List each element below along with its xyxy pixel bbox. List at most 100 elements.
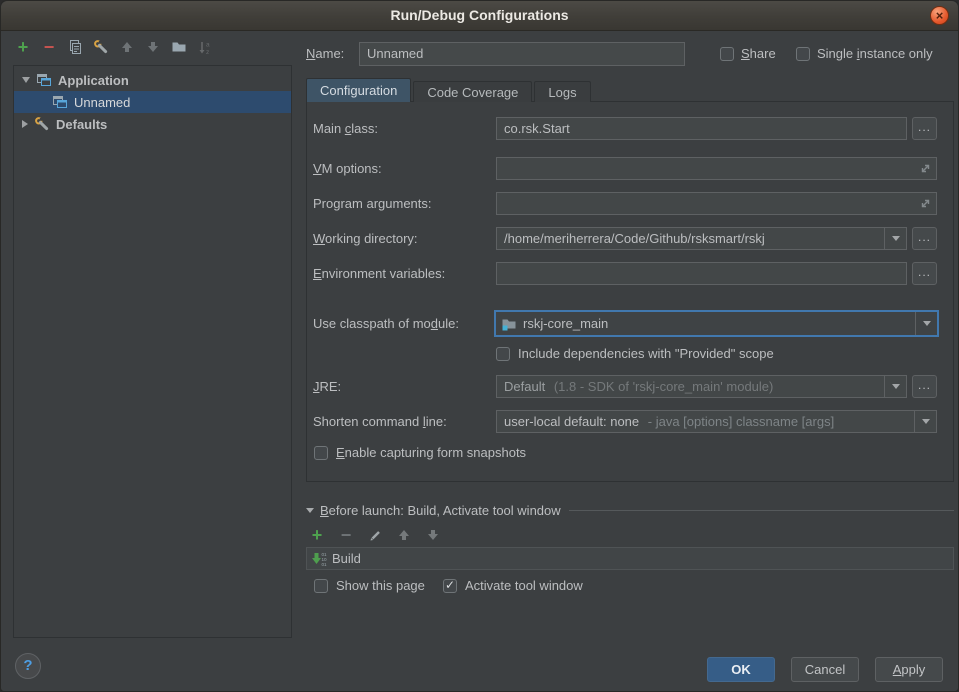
share-checkbox[interactable] (720, 47, 734, 61)
vm-options-field[interactable] (496, 157, 937, 180)
share-label: Share (741, 46, 776, 62)
before-launch-header: Before launch: Build, Activate tool wind… (306, 502, 954, 518)
use-classpath-label: Use classpath of module: (313, 311, 459, 337)
tree-item-unnamed[interactable]: Unnamed (14, 91, 291, 113)
environment-variables-label: Environment variables: (313, 262, 445, 285)
enable-capturing-checkbox[interactable] (314, 446, 328, 460)
chevron-down-icon (892, 236, 900, 241)
jre-browse-button[interactable]: ... (912, 375, 937, 398)
build-icon: 01 10 01 (311, 551, 327, 567)
environment-variables-field[interactable] (496, 262, 907, 285)
arrow-down-icon (426, 528, 440, 542)
shorten-command-line-combobox[interactable]: user-local default: none - java [options… (496, 410, 937, 433)
pencil-icon (368, 528, 382, 542)
activate-tool-window-checkbox[interactable] (443, 579, 457, 593)
before-launch-title: Before launch: Build, Activate tool wind… (320, 503, 561, 518)
jre-combobox[interactable]: Default (1.8 - SDK of 'rskj-core_main' m… (496, 375, 907, 398)
cancel-button[interactable]: Cancel (791, 657, 859, 682)
run-debug-configurations-dialog: Run/Debug Configurations × + − (0, 0, 959, 692)
working-directory-value: /home/meriherrera/Code/Github/rsksmart/r… (504, 231, 765, 246)
single-instance-checkbox[interactable] (796, 47, 810, 61)
working-directory-browse-button[interactable]: ... (912, 227, 937, 250)
shorten-value-secondary: - java [options] classname [args] (648, 414, 834, 429)
expander-right-icon[interactable] (22, 120, 28, 128)
dropdown-button[interactable] (884, 228, 906, 249)
apply-button[interactable]: Apply (875, 657, 943, 682)
wrench-icon (93, 39, 109, 55)
svg-text:a: a (206, 41, 210, 48)
vm-options-label: VM options: (313, 157, 382, 180)
program-arguments-label: Program arguments: (313, 192, 432, 215)
add-task-button[interactable]: + (309, 527, 325, 543)
before-launch-rule (569, 510, 954, 511)
move-task-up-button[interactable] (396, 527, 412, 543)
module-icon (501, 316, 517, 332)
svg-text:z: z (206, 49, 209, 55)
working-directory-combobox[interactable]: /home/meriherrera/Code/Github/rsksmart/r… (496, 227, 907, 250)
dropdown-button[interactable] (915, 312, 937, 335)
expander-down-icon[interactable] (22, 77, 30, 83)
name-label: Name: (306, 42, 344, 66)
move-up-button[interactable] (119, 39, 135, 55)
sort-configurations-button[interactable]: a z (197, 39, 213, 55)
shorten-value-primary: user-local default: none (504, 414, 639, 429)
environment-variables-browse-button[interactable]: ... (912, 262, 937, 285)
arrow-down-icon (146, 40, 160, 54)
show-this-page-label: Show this page (336, 578, 425, 594)
show-this-page-checkbox[interactable] (314, 579, 328, 593)
module-value: rskj-core_main (523, 316, 608, 331)
move-task-down-button[interactable] (425, 527, 441, 543)
close-icon: × (931, 7, 948, 24)
build-task-item[interactable]: 01 10 01 Build (306, 547, 954, 570)
window-title: Run/Debug Configurations (1, 1, 958, 30)
edit-defaults-button[interactable] (93, 39, 109, 55)
create-folder-button[interactable] (171, 39, 187, 55)
tree-item-label: Unnamed (74, 95, 130, 110)
copy-configuration-button[interactable] (67, 39, 83, 55)
main-class-browse-button[interactable]: ... (912, 117, 937, 140)
plus-icon: + (18, 39, 29, 55)
ok-button[interactable]: OK (707, 657, 775, 682)
minus-icon: − (44, 40, 55, 54)
jre-value-primary: Default (504, 379, 545, 394)
svg-text:01: 01 (322, 562, 328, 567)
tab-code-coverage[interactable]: Code Coverage (413, 81, 532, 102)
wrench-icon (34, 116, 50, 132)
tab-logs[interactable]: Logs (534, 81, 590, 102)
name-input[interactable]: Unnamed (359, 42, 685, 66)
tree-item-label: Application (58, 73, 129, 88)
copy-icon (67, 39, 83, 55)
module-combobox[interactable]: rskj-core_main (494, 310, 939, 337)
chevron-down-icon (923, 321, 931, 326)
main-class-field[interactable]: co.rsk.Start (496, 117, 907, 140)
include-provided-label: Include dependencies with "Provided" sco… (518, 346, 774, 362)
expand-field-icon[interactable] (919, 162, 932, 175)
chevron-down-icon (892, 384, 900, 389)
dropdown-button[interactable] (884, 376, 906, 397)
remove-configuration-button[interactable]: − (41, 39, 57, 55)
enable-capturing-label: Enable capturing form snapshots (336, 445, 526, 461)
arrow-up-icon (120, 40, 134, 54)
edit-task-button[interactable] (367, 527, 383, 543)
application-icon (36, 72, 52, 88)
folder-icon (171, 39, 187, 55)
minus-icon: − (341, 528, 352, 542)
tree-item-application[interactable]: Application (14, 69, 291, 91)
dropdown-button[interactable] (914, 411, 936, 432)
remove-task-button[interactable]: − (338, 527, 354, 543)
tab-bar: Configuration Code Coverage Logs (306, 78, 591, 102)
program-arguments-field[interactable] (496, 192, 937, 215)
tab-configuration[interactable]: Configuration (306, 78, 411, 102)
expand-field-icon[interactable] (919, 197, 932, 210)
build-task-label: Build (332, 551, 361, 566)
tree-item-defaults[interactable]: Defaults (14, 113, 291, 135)
include-provided-checkbox[interactable] (496, 347, 510, 361)
before-launch-expander-icon[interactable] (306, 508, 314, 513)
help-button[interactable]: ? (15, 653, 41, 679)
main-class-label: Main class: (313, 117, 378, 140)
move-down-button[interactable] (145, 39, 161, 55)
close-button[interactable]: × (930, 6, 949, 25)
question-icon: ? (23, 657, 32, 674)
add-configuration-button[interactable]: + (15, 39, 31, 55)
arrow-up-icon (397, 528, 411, 542)
